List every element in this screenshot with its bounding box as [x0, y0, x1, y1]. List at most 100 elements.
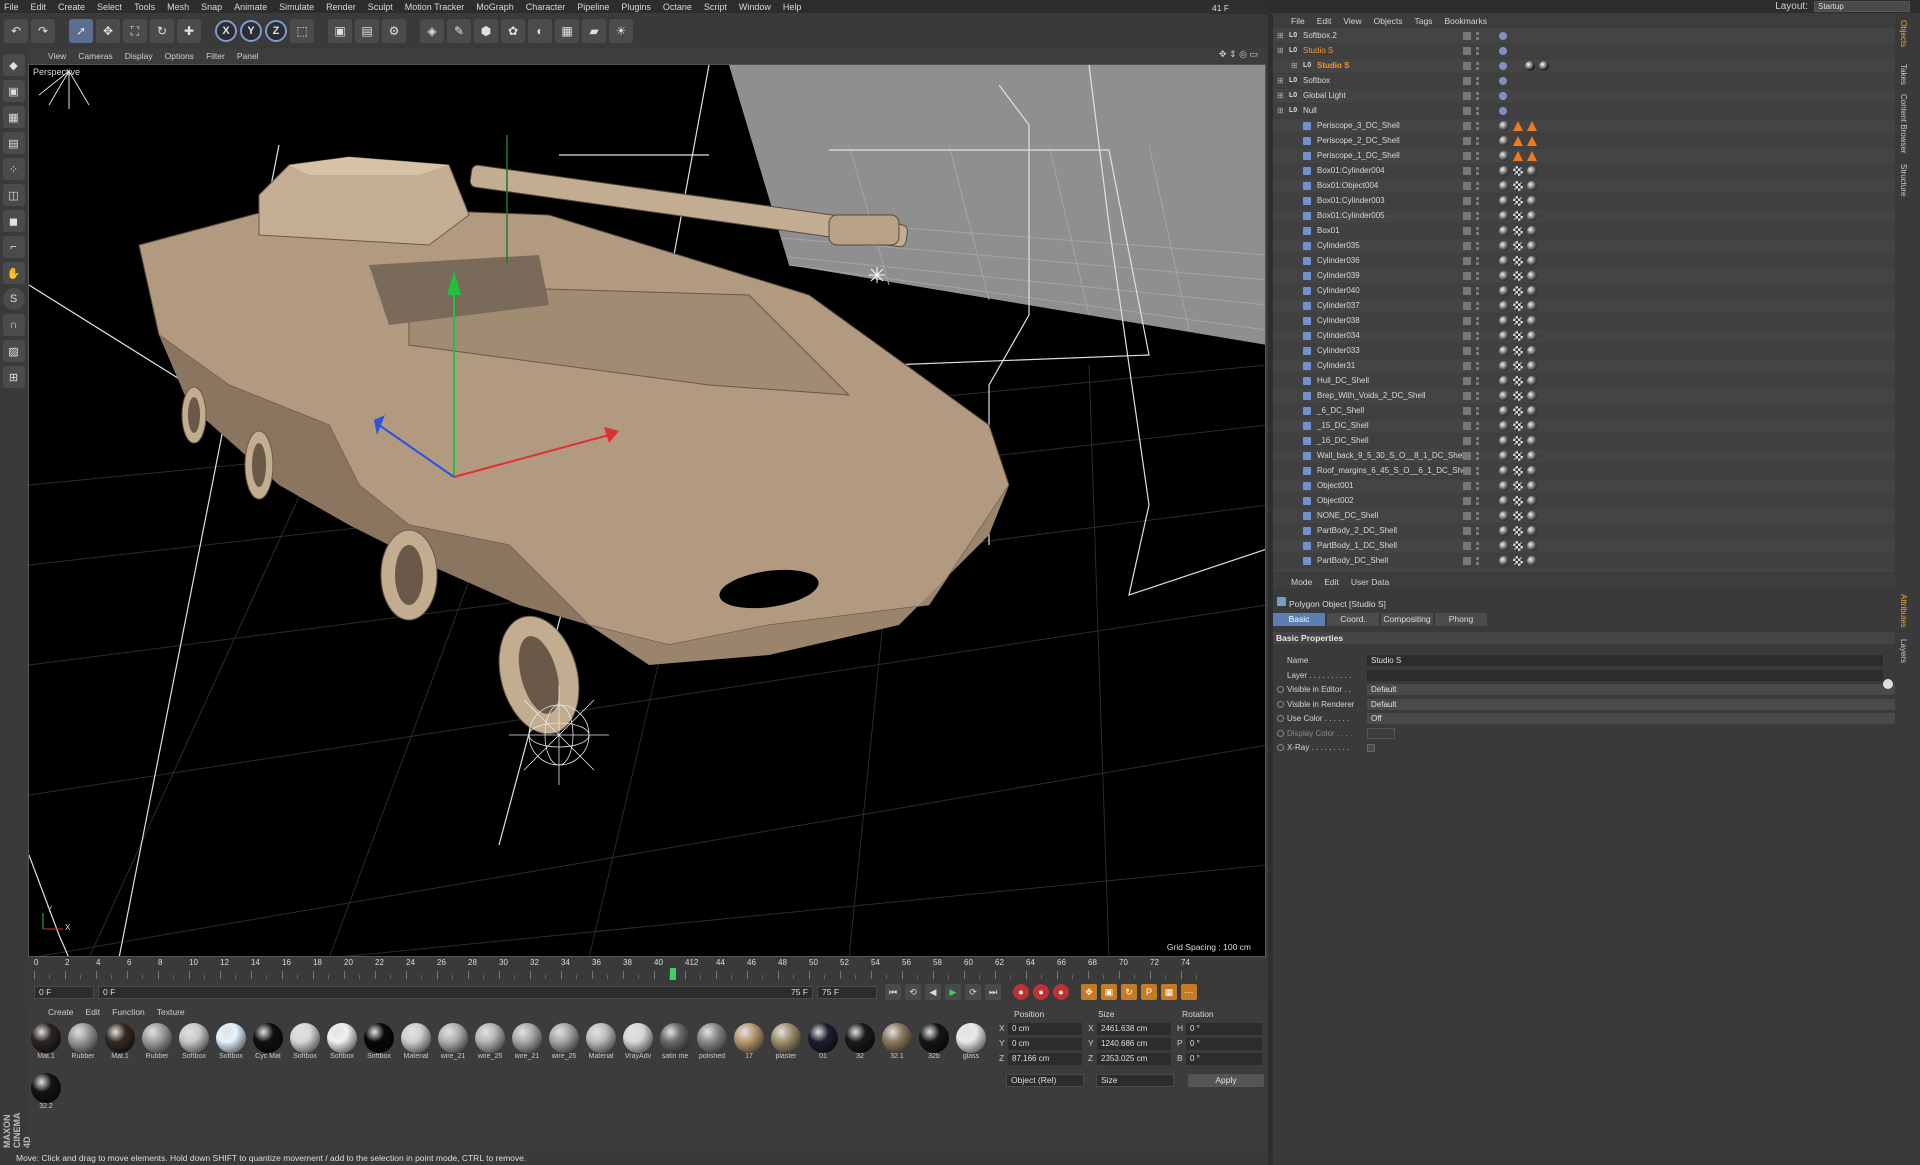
editor-render-dots[interactable]	[1476, 512, 1479, 520]
material-tag-icon[interactable]	[1527, 436, 1537, 446]
visibility-toggle[interactable]	[1463, 437, 1471, 445]
object-row[interactable]: Box01:Cylinder005	[1273, 209, 1895, 224]
axis-mode-icon[interactable]: ⌐	[2, 236, 25, 258]
object-row[interactable]: ⊞ L0 Global Light	[1273, 89, 1895, 104]
object-row[interactable]: Periscope_2_DC_Shell	[1273, 134, 1895, 149]
cloner-icon[interactable]: ✿	[501, 19, 525, 43]
visibility-toggle[interactable]	[1463, 182, 1471, 190]
editor-render-dots[interactable]	[1476, 242, 1479, 250]
material-tag-icon[interactable]	[1527, 391, 1537, 401]
visibility-toggle[interactable]	[1463, 482, 1471, 490]
material-tag-icon[interactable]	[1527, 316, 1537, 326]
menu-render[interactable]: Render	[326, 2, 356, 12]
end-frame-field[interactable]: 75 F	[817, 985, 877, 999]
object-row[interactable]: NONE_DC_Shell	[1273, 509, 1895, 524]
material-tag-icon[interactable]	[1527, 421, 1537, 431]
material-tag-icon[interactable]	[1499, 271, 1509, 281]
material-tag-icon[interactable]	[1513, 256, 1523, 266]
layout-dropdown[interactable]: Startup	[1814, 1, 1910, 12]
object-row[interactable]: ⊞ L0 Studio S	[1273, 59, 1895, 74]
material-tag-icon[interactable]	[1513, 196, 1523, 206]
material-tag-icon[interactable]	[1499, 346, 1509, 356]
material-swatch[interactable]: 32	[844, 1023, 876, 1067]
visibility-toggle[interactable]	[1463, 347, 1471, 355]
material-tag-icon[interactable]	[1513, 406, 1523, 416]
spline-pen-icon[interactable]: ✎	[447, 19, 471, 43]
visibility-toggle[interactable]	[1463, 512, 1471, 520]
menu-mograph[interactable]: MoGraph	[476, 2, 514, 12]
visibility-toggle[interactable]	[1463, 137, 1471, 145]
viewport-menu-panel[interactable]: Panel	[237, 51, 259, 61]
menu-file[interactable]: File	[4, 2, 19, 12]
editor-render-dots[interactable]	[1476, 257, 1479, 265]
editor-render-dots[interactable]	[1476, 362, 1479, 370]
visibility-toggle[interactable]	[1463, 32, 1471, 40]
material-tag-icon[interactable]	[1499, 256, 1509, 266]
object-row[interactable]: Cylinder038	[1273, 314, 1895, 329]
editor-render-dots[interactable]	[1476, 287, 1479, 295]
object-row[interactable]: Object001	[1273, 479, 1895, 494]
menu-snap[interactable]: Snap	[201, 2, 222, 12]
menu-character[interactable]: Character	[526, 2, 566, 12]
attribute-menu-user-data[interactable]: User Data	[1351, 577, 1389, 587]
visibility-toggle[interactable]	[1463, 497, 1471, 505]
playhead[interactable]	[669, 968, 676, 980]
visibility-toggle[interactable]	[1463, 287, 1471, 295]
editor-render-dots[interactable]	[1476, 377, 1479, 385]
rotation-key-icon[interactable]: ↻	[1121, 984, 1137, 1000]
material-tag-icon[interactable]	[1499, 361, 1509, 371]
layer-field[interactable]	[1367, 669, 1883, 681]
material-swatch[interactable]: 01	[807, 1023, 839, 1067]
object-row[interactable]: Wall_back_9_5_30_S_O__8_1_DC_Shell	[1273, 449, 1895, 464]
target-tag-icon[interactable]	[1499, 77, 1507, 85]
material-swatch[interactable]: satin me	[659, 1023, 691, 1067]
next-key-icon[interactable]: ⟳	[965, 984, 981, 1000]
material-tag-icon[interactable]	[1499, 526, 1509, 536]
tab-phong[interactable]: Phong	[1435, 613, 1487, 626]
material-tag-icon[interactable]	[1513, 241, 1523, 251]
rotation-h-field[interactable]: 0 °	[1186, 1023, 1262, 1035]
material-tag-icon[interactable]	[1527, 151, 1537, 161]
go-to-end-icon[interactable]: ⏭	[985, 984, 1001, 1000]
edit-render-settings-icon[interactable]: ⚙	[382, 19, 406, 43]
material-tag-icon[interactable]	[1499, 241, 1509, 251]
object-row[interactable]: Cylinder033	[1273, 344, 1895, 359]
object-menu-edit[interactable]: Edit	[1317, 16, 1332, 26]
object-row[interactable]: Cylinder036	[1273, 254, 1895, 269]
texture-mode-icon[interactable]: ▦	[2, 106, 25, 128]
editor-render-dots[interactable]	[1476, 332, 1479, 340]
material-tag-icon[interactable]	[1513, 226, 1523, 236]
previous-key-icon[interactable]: ⟲	[905, 984, 921, 1000]
material-tag-icon[interactable]	[1527, 556, 1537, 566]
object-row[interactable]: PartBody_1_DC_Shell	[1273, 539, 1895, 554]
visibility-toggle[interactable]	[1463, 272, 1471, 280]
object-row[interactable]: Roof_margins_6_45_S_O__6_1_DC_Shell	[1273, 464, 1895, 479]
material-swatch[interactable]: Material	[585, 1023, 617, 1067]
parameter-key-icon[interactable]: P	[1141, 984, 1157, 1000]
object-row[interactable]: Box01	[1273, 224, 1895, 239]
position-x-field[interactable]: 0 cm	[1008, 1023, 1082, 1035]
material-menu-function[interactable]: Function	[112, 1007, 145, 1017]
material-swatch[interactable]: Cyc Mat	[252, 1023, 284, 1067]
object-row[interactable]: Box01:Cylinder003	[1273, 194, 1895, 209]
editor-render-dots[interactable]	[1476, 167, 1479, 175]
animate-radio[interactable]	[1277, 729, 1284, 737]
live-select-icon[interactable]: ➚	[69, 19, 93, 43]
light-icon[interactable]: ☀	[609, 19, 633, 43]
material-tag-icon[interactable]	[1513, 511, 1523, 521]
tab-compositing[interactable]: Compositing	[1381, 613, 1433, 626]
editor-render-dots[interactable]	[1476, 77, 1479, 85]
editor-render-dots[interactable]	[1476, 347, 1479, 355]
material-tag-icon[interactable]	[1527, 451, 1537, 461]
material-tag-icon[interactable]	[1527, 241, 1537, 251]
material-swatch[interactable]: wire_25	[474, 1023, 506, 1067]
expand-toggle-icon[interactable]: ⊞	[1277, 29, 1284, 43]
material-tag-icon[interactable]	[1513, 136, 1523, 146]
object-menu-objects[interactable]: Objects	[1374, 16, 1403, 26]
menu-select[interactable]: Select	[97, 2, 122, 12]
preview-range-slider[interactable]: 0 F 75 F	[98, 985, 813, 999]
visibility-toggle[interactable]	[1463, 242, 1471, 250]
coordinate-system-icon[interactable]: ⬚	[290, 19, 314, 43]
object-menu-file[interactable]: File	[1291, 16, 1305, 26]
object-row[interactable]: Cylinder040	[1273, 284, 1895, 299]
